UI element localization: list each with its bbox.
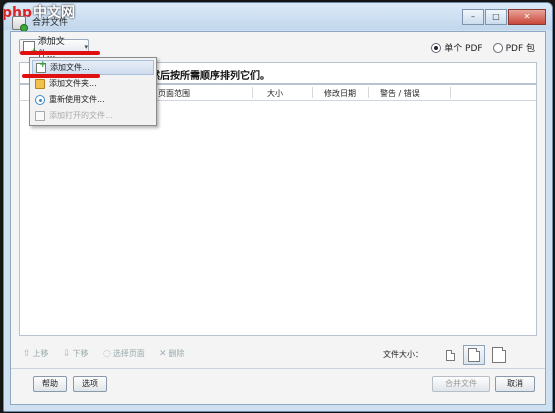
pages-icon: ◌ — [103, 348, 111, 359]
file-size-small-button[interactable] — [441, 345, 459, 365]
file-size-large-button[interactable] — [487, 345, 511, 365]
radio-pdf-package[interactable]: PDF 包 — [492, 41, 535, 54]
title-bar: php中文网 合并文件 – □ ✕ — [4, 3, 552, 32]
file-size-label: 文件大小： — [383, 350, 423, 359]
move-down-button[interactable]: ⇩ 下移 — [63, 348, 89, 359]
column-divider — [312, 87, 313, 98]
list-toolbar: ⇧ 上移 ⇩ 下移 ◌ 选择页面 ✕ 删除 文件大小： — [19, 342, 535, 365]
add-files-menu: 添加文件... 添加文件夹... 重新使用文件... 添加打开的文件... — [29, 57, 157, 126]
radio-single-pdf[interactable]: 单个 PDF — [431, 41, 483, 54]
arrow-up-icon: ⇧ — [23, 348, 31, 359]
radio-unselected-icon — [492, 42, 503, 53]
reuse-icon — [35, 94, 45, 105]
window-controls: – □ ✕ — [461, 9, 546, 25]
red-underline-annotation — [22, 74, 100, 78]
radio-pdf-package-label: PDF 包 — [505, 44, 535, 54]
app-icon — [12, 16, 28, 32]
column-size[interactable]: 大小 — [267, 88, 283, 99]
open-files-icon — [35, 110, 45, 121]
move-down-label: 下移 — [72, 349, 89, 358]
page-medium-icon — [468, 348, 480, 362]
cancel-button[interactable]: 取消 — [495, 376, 535, 392]
close-button[interactable]: ✕ — [508, 9, 546, 25]
folder-icon — [35, 78, 45, 89]
delete-icon: ✕ — [159, 348, 167, 359]
choose-pages-label: 选择页面 — [112, 349, 145, 358]
file-size-medium-button[interactable] — [463, 345, 485, 365]
menu-item-label: 添加文件... — [50, 63, 90, 72]
delete-button[interactable]: ✕ 删除 — [159, 348, 185, 359]
page-small-icon — [445, 349, 455, 361]
red-underline-annotation — [20, 51, 100, 55]
column-divider — [450, 87, 451, 98]
instruction-text: 然后按所需顺序排列它们。 — [150, 71, 270, 82]
menu-item-reuse-files[interactable]: 重新使用文件... — [32, 92, 154, 107]
column-divider — [368, 87, 369, 98]
arrow-down-icon: ⇩ — [63, 348, 71, 359]
chevron-down-icon: ▾ — [84, 42, 88, 51]
help-button[interactable]: 帮助 — [33, 376, 67, 392]
window-title: 合并文件 — [32, 18, 69, 28]
column-warnings-errors[interactable]: 警告 / 错误 — [380, 88, 420, 99]
add-file-icon — [36, 60, 47, 73]
add-files-label: 添加文件... — [37, 36, 65, 60]
menu-item-label: 添加打开的文件... — [49, 111, 113, 120]
move-up-button[interactable]: ⇧ 上移 — [23, 348, 49, 359]
delete-label: 删除 — [168, 349, 185, 358]
radio-selected-icon — [431, 42, 442, 53]
menu-item-add-folder[interactable]: 添加文件夹... — [32, 76, 154, 91]
menu-item-label: 添加文件夹... — [49, 79, 97, 88]
menu-item-add-files[interactable]: 添加文件... — [32, 60, 154, 75]
combine-files-button[interactable]: 合并文件 — [432, 376, 490, 392]
menu-item-label: 重新使用文件... — [49, 95, 105, 104]
choose-pages-button[interactable]: ◌ 选择页面 — [103, 348, 145, 359]
maximize-button[interactable]: □ — [485, 9, 507, 25]
options-button[interactable]: 选项 — [73, 376, 107, 392]
page-large-icon — [492, 347, 506, 363]
minimize-button[interactable]: – — [462, 9, 484, 25]
column-divider — [252, 87, 253, 98]
menu-item-add-open-files: 添加打开的文件... — [32, 108, 154, 123]
column-page-range[interactable]: 页面范围 — [158, 88, 190, 99]
column-modified-date[interactable]: 修改日期 — [324, 88, 356, 99]
footer-divider — [11, 368, 545, 369]
move-up-label: 上移 — [32, 349, 49, 358]
radio-single-pdf-label: 单个 PDF — [444, 44, 483, 54]
combine-files-window: php中文网 合并文件 – □ ✕ 添加文件... ▾ 单个 PDF PDF 包… — [3, 2, 553, 412]
output-type-options: 单个 PDF PDF 包 — [431, 41, 535, 54]
